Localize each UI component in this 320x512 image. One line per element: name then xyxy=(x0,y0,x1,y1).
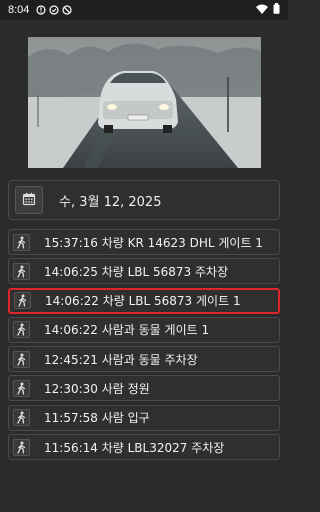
walking-person-icon xyxy=(14,292,31,310)
status-bar: 8:04 xyxy=(0,0,288,20)
camera-snapshot-image xyxy=(28,37,261,168)
event-row[interactable]: 15:37:16 차량 KR 14623 DHL 게이트 1 xyxy=(8,229,280,255)
event-text: 12:45:21 사람과 동물 주차장 xyxy=(44,352,198,367)
event-text: 15:37:16 차량 KR 14623 DHL 게이트 1 xyxy=(44,235,263,250)
event-row[interactable]: 14:06:25 차량 LBL 56873 주차장 xyxy=(8,258,280,285)
event-row[interactable]: 12:30:30 사람 정원 xyxy=(8,375,280,402)
event-text: 14:06:22 차량 LBL 56873 게이트 1 xyxy=(45,294,241,309)
camera-snapshot[interactable] xyxy=(28,37,261,168)
event-text: 14:06:25 차량 LBL 56873 주차장 xyxy=(44,264,229,279)
battery-icon xyxy=(273,3,280,17)
do-not-disturb-icon xyxy=(61,5,72,16)
walking-person-icon xyxy=(13,350,30,368)
calendar-button[interactable] xyxy=(15,186,43,214)
walking-person-icon xyxy=(13,409,30,427)
alert-circle-icon xyxy=(35,5,46,16)
status-time: 8:04 xyxy=(8,4,30,16)
event-row[interactable]: 14:06:22 사람과 동물 게이트 1 xyxy=(8,316,280,343)
event-text: 14:06:22 사람과 동물 게이트 1 xyxy=(44,323,210,338)
event-text: 11:57:58 사람 입구 xyxy=(44,411,150,426)
calendar-icon xyxy=(22,191,36,210)
event-text: 12:30:30 사람 정원 xyxy=(44,381,150,396)
event-row[interactable]: 11:56:14 차량 LBL32027 주차장 xyxy=(8,434,280,461)
walking-person-icon xyxy=(13,321,30,339)
selected-date: 수, 3월 12, 2025 xyxy=(59,194,162,210)
event-row[interactable]: 11:57:58 사람 입구 xyxy=(8,404,280,431)
walking-person-icon xyxy=(13,379,30,397)
event-row[interactable]: 12:45:21 사람과 동물 주차장 xyxy=(8,346,280,373)
walking-person-icon xyxy=(13,233,30,251)
event-row[interactable]: 14:06:22 차량 LBL 56873 게이트 1 xyxy=(8,287,280,314)
walking-person-icon xyxy=(13,262,30,280)
event-list: 15:37:16 차량 KR 14623 DHL 게이트 1 14:06:25 차… xyxy=(8,229,280,463)
shield-icon xyxy=(48,5,59,16)
event-text: 11:56:14 차량 LBL32027 주차장 xyxy=(44,440,225,455)
date-selector[interactable]: 수, 3월 12, 2025 xyxy=(8,180,280,220)
walking-person-icon xyxy=(13,438,30,456)
wifi-icon xyxy=(256,4,268,17)
